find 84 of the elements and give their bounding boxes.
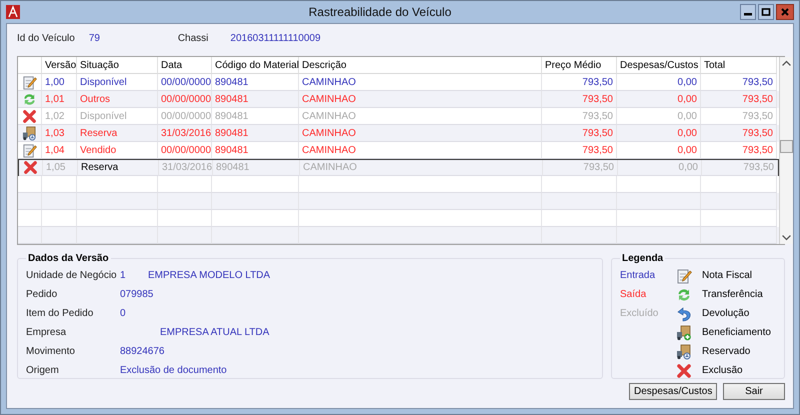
notepad-pencil-icon: [22, 142, 37, 158]
field-label: Pedido: [26, 289, 58, 300]
table-cell: 793,50: [701, 91, 777, 108]
table-cell: CAMINHAO: [299, 91, 542, 108]
section-title: Legenda: [621, 253, 664, 264]
table-cell: 0,00: [617, 125, 701, 142]
exit-button[interactable]: Sair: [723, 383, 785, 400]
legend-label: Exclusão: [702, 365, 743, 376]
table-cell: 793,50: [702, 160, 778, 176]
table-cell: Reserva: [77, 125, 158, 142]
field-value: 88924676: [120, 346, 164, 357]
app-icon: [6, 5, 20, 19]
table-cell: 00/00/0000: [158, 91, 212, 108]
table-row[interactable]: 1,05 Reserva 31/03/2016 890481 CAMINHAO 793,50 0,00 793,50: [18, 159, 779, 176]
table-cell: 793,50: [542, 91, 617, 108]
column-header[interactable]: Total: [701, 57, 777, 74]
table-cell: 890481: [213, 160, 300, 176]
table-cell: 793,50: [543, 160, 618, 176]
cross-icon: [676, 362, 692, 378]
legend-label: Entrada: [620, 269, 656, 283]
field-value: EMPRESA MODELO LTDA: [148, 270, 270, 281]
vehicle-id-value: 79: [88, 32, 101, 44]
field-label: Empresa: [26, 327, 68, 338]
column-header[interactable]: Preço Médio: [542, 57, 617, 74]
field-label: Movimento: [26, 346, 76, 357]
field-label: Unidade de Negócio: [26, 270, 118, 281]
column-header[interactable]: Data: [158, 57, 212, 74]
truck-box-icon: [676, 344, 692, 360]
minimize-button[interactable]: [740, 4, 756, 20]
scrollbar-thumb[interactable]: [780, 140, 793, 153]
field-label: Item do Pedido: [26, 308, 94, 319]
column-header[interactable]: Versão: [42, 57, 77, 74]
legend-label: Reservado: [702, 346, 750, 357]
column-header[interactable]: Código do Material: [212, 57, 299, 74]
table-cell: 890481: [212, 125, 299, 142]
table-cell: 890481: [212, 91, 299, 108]
table-cell: 1,05: [43, 160, 78, 176]
arrows-cycle-icon: [22, 92, 37, 106]
table-cell: 31/03/2016: [159, 160, 213, 176]
maximize-icon: [761, 7, 771, 17]
notepad-pencil-icon: [22, 74, 37, 90]
chassis-label: Chassi: [178, 32, 208, 44]
legend-label: Nota Fiscal: [702, 270, 752, 281]
cross-icon: [23, 160, 38, 175]
field-value: 079985: [120, 289, 154, 300]
truck-box-icon: [22, 126, 37, 140]
column-header[interactable]: Situação: [77, 57, 158, 74]
curved-arrow-icon: [676, 306, 692, 322]
column-header[interactable]: Despesas/Custos: [617, 57, 701, 74]
legend-label: Transferência: [702, 289, 763, 300]
table-cell: 0,00: [617, 91, 701, 108]
field-value: Exclusão de documento: [120, 365, 227, 376]
field-label: Origem: [26, 365, 60, 376]
vehicle-id-label: Id do Veículo: [17, 32, 75, 44]
field-value: 1: [120, 270, 127, 281]
table-cell: 31/03/2016: [158, 125, 212, 142]
table-cell: 793,50: [542, 125, 617, 142]
legend-label: Devolução: [702, 308, 750, 319]
legend-label: Saída: [620, 288, 648, 302]
maximize-button[interactable]: [758, 4, 774, 20]
section-title: Dados da Versão: [27, 253, 110, 264]
table-cell: CAMINHAO: [300, 160, 543, 176]
table-cell: CAMINHAO: [299, 125, 542, 142]
expenses-button[interactable]: Despesas/Custos: [629, 383, 717, 400]
field-value: 0: [120, 308, 126, 319]
scrollbar[interactable]: [779, 57, 793, 244]
chassis-value: 20160311111110009: [230, 32, 320, 44]
arrows-cycle-icon: [676, 286, 692, 302]
legend-label: Excluído: [620, 307, 660, 321]
close-icon: [780, 7, 790, 17]
column-header[interactable]: Descrição: [299, 57, 542, 74]
notepad-pencil-icon: [676, 268, 692, 284]
truck-box-icon: [676, 324, 692, 340]
table-cell: 793,50: [701, 125, 777, 142]
table-cell: 0,00: [618, 160, 702, 176]
close-button[interactable]: [776, 4, 794, 20]
window-title: Rastreabilidade do Veículo: [308, 5, 452, 19]
table-cell: 1,01: [42, 91, 77, 108]
table-cell: Reserva: [78, 160, 159, 176]
legend-label: Beneficiamento: [702, 327, 771, 338]
field-value: EMPRESA ATUAL LTDA: [160, 327, 270, 338]
table-cell: Outros: [77, 91, 158, 108]
table-cell: 1,03: [42, 125, 77, 142]
cross-icon: [22, 108, 37, 124]
